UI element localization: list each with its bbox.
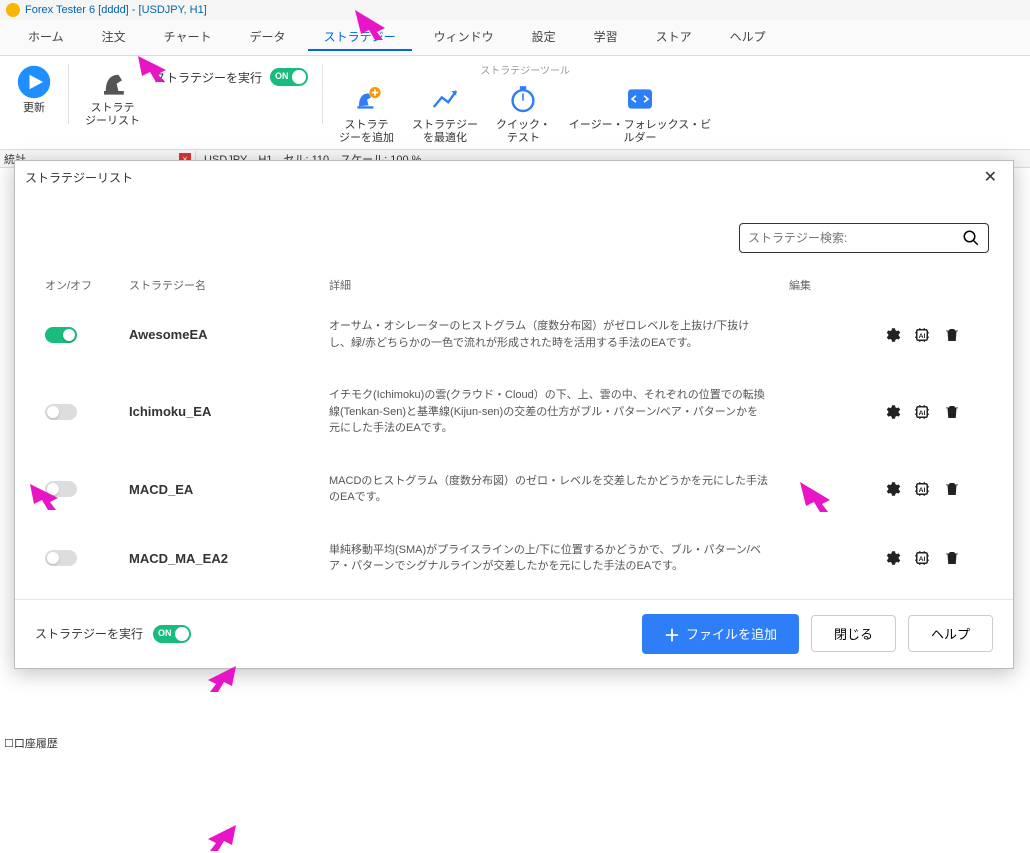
gear-icon[interactable]	[883, 549, 901, 567]
menu-help[interactable]: ヘルプ	[714, 24, 782, 51]
window-title: Forex Tester 6 [dddd] - [USDJPY, H1]	[25, 4, 207, 16]
menu-strategy[interactable]: ストラテジー	[308, 24, 412, 51]
menu-home[interactable]: ホーム	[12, 24, 80, 51]
builder-label: イージー・フォレックス・ビ ルダー	[569, 119, 711, 145]
strategy-name: MACD_EA	[129, 482, 329, 497]
quicktest-label: クイック・ テスト	[496, 119, 551, 145]
strategy-tools-label: ストラテジーツール	[333, 62, 717, 77]
ai-icon[interactable]: AI	[913, 403, 931, 421]
gear-icon[interactable]	[883, 480, 901, 498]
run-strategy-toggle[interactable]: ON	[270, 68, 308, 86]
strategy-desc: MACDのヒストグラム（度数分布図）のゼロ・レベルを交差したかどうかを元にした手…	[329, 473, 789, 506]
list-header: オン/オフ ストラテジー名 詳細 編集	[39, 271, 989, 300]
ai-icon[interactable]: AI	[913, 480, 931, 498]
optimize-label: ストラテジー を最適化	[412, 119, 478, 145]
trash-icon[interactable]	[943, 480, 961, 498]
ai-icon[interactable]: AI	[913, 549, 931, 567]
row-toggle[interactable]	[45, 404, 77, 420]
trash-icon[interactable]	[943, 549, 961, 567]
strategy-list-button[interactable]: ストラテ ジーリスト	[79, 62, 146, 130]
title-bar: Forex Tester 6 [dddd] - [USDJPY, H1]	[0, 0, 1030, 20]
knight-icon	[95, 64, 131, 100]
footer-run-toggle[interactable]: ON	[153, 625, 191, 643]
quicktest-button[interactable]: クイック・ テスト	[490, 79, 557, 147]
strategy-row: MACD_EAMACDのヒストグラム（度数分布図）のゼロ・レベルを交差したかどう…	[39, 455, 981, 524]
trash-icon[interactable]	[943, 403, 961, 421]
svg-text:AI: AI	[919, 487, 926, 494]
menu-learn[interactable]: 学習	[578, 24, 634, 51]
modal-footer: ストラテジーを実行 ON ＋ ファイルを追加 閉じる ヘルプ	[15, 599, 1013, 668]
strategy-name: AwesomeEA	[129, 327, 329, 342]
optimize-button[interactable]: ストラテジー を最適化	[406, 79, 484, 147]
strategy-desc: 単純移動平均(SMA)がプライスラインの上/下に位置するかどうかで、ブル・パター…	[329, 542, 789, 575]
ribbon: 更新 ストラテ ジーリスト ストラテジーを実行 ON ストラテジーツール ストラ…	[0, 56, 1030, 150]
strategy-name: Ichimoku_EA	[129, 404, 329, 419]
menu-chart[interactable]: チャート	[148, 24, 228, 51]
update-button[interactable]: 更新	[10, 62, 58, 117]
update-label: 更新	[23, 102, 45, 115]
strategy-desc: オーサム・オシレーターのヒストグラム（度数分布図）がゼロレベルを上抜け/下抜けし…	[329, 318, 789, 351]
run-strategy-group: ストラテジーを実行 ON	[150, 62, 312, 92]
footer-run-label: ストラテジーを実行	[35, 625, 143, 642]
strategy-list-modal: ストラテジーリスト ✕ オン/オフ ストラテジー名 詳細 編集 AwesomeE…	[14, 160, 1014, 669]
builder-button[interactable]: イージー・フォレックス・ビ ルダー	[563, 79, 717, 147]
menu-store[interactable]: ストア	[640, 24, 708, 51]
close-button[interactable]: 閉じる	[811, 615, 896, 652]
gear-icon[interactable]	[883, 326, 901, 344]
header-name: ストラテジー名	[129, 277, 329, 293]
svg-text:AI: AI	[919, 410, 926, 417]
trash-icon[interactable]	[943, 326, 961, 344]
help-button[interactable]: ヘルプ	[908, 615, 993, 652]
add-strategy-label: ストラテ ジーを追加	[339, 119, 394, 145]
strategy-row: Ichimoku_EAイチモク(Ichimoku)の雲(クラウド・Cloud）の…	[39, 369, 981, 455]
strategy-list-label: ストラテ ジーリスト	[85, 102, 140, 128]
add-file-button[interactable]: ＋ ファイルを追加	[642, 614, 799, 654]
svg-text:AI: AI	[919, 556, 926, 563]
modal-title: ストラテジーリスト	[25, 169, 133, 186]
strategy-tools-group: ストラテジーツール ストラテ ジーを追加 ストラテジー を最適化 クイック・ テ…	[333, 62, 717, 147]
strategy-row: MACD_MA_EA2単純移動平均(SMA)がプライスラインの上/下に位置するか…	[39, 524, 981, 593]
stopwatch-icon	[505, 81, 541, 117]
modal-close-button[interactable]: ✕	[978, 167, 1003, 187]
knight-add-icon	[349, 81, 385, 117]
menu-settings[interactable]: 設定	[516, 24, 572, 51]
app-icon	[6, 3, 20, 17]
run-strategy-label: ストラテジーを実行	[154, 69, 262, 86]
add-strategy-button[interactable]: ストラテ ジーを追加	[333, 79, 400, 147]
menu-bar: ホーム 注文 チャート データ ストラテジー ウィンドウ 設定 学習 ストア ヘ…	[0, 20, 1030, 56]
menu-window[interactable]: ウィンドウ	[418, 24, 510, 51]
menu-order[interactable]: 注文	[86, 24, 142, 51]
search-box[interactable]	[739, 223, 989, 253]
row-toggle[interactable]	[45, 481, 77, 497]
play-icon	[16, 64, 52, 100]
header-onoff: オン/オフ	[39, 277, 129, 293]
search-input[interactable]	[748, 231, 962, 245]
ai-icon[interactable]: AI	[913, 326, 931, 344]
header-edit: 編集	[789, 277, 989, 293]
strategy-row: AwesomeEAオーサム・オシレーターのヒストグラム（度数分布図）がゼロレベル…	[39, 300, 981, 369]
menu-data[interactable]: データ	[234, 24, 302, 51]
svg-text:AI: AI	[919, 333, 926, 340]
optimize-icon	[427, 81, 463, 117]
list-body: AwesomeEAオーサム・オシレーターのヒストグラム（度数分布図）がゼロレベル…	[39, 300, 989, 593]
bottom-status: ☐口座履歴	[4, 735, 58, 751]
row-toggle[interactable]	[45, 327, 77, 343]
gear-icon[interactable]	[883, 403, 901, 421]
code-icon	[622, 81, 658, 117]
search-icon	[962, 229, 980, 247]
row-toggle[interactable]	[45, 550, 77, 566]
strategy-name: MACD_MA_EA2	[129, 551, 329, 566]
header-desc: 詳細	[329, 277, 789, 293]
strategy-desc: イチモク(Ichimoku)の雲(クラウド・Cloud）の下、上、雲の中、それぞ…	[329, 387, 789, 437]
